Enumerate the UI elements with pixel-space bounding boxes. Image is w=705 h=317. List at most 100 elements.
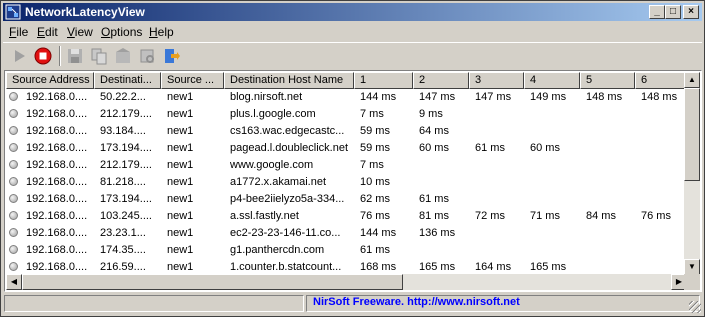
ping-3-cell: 147 ms xyxy=(475,91,512,103)
status-icon xyxy=(9,143,18,152)
ping-1-cell: 59 ms xyxy=(360,142,390,154)
vertical-scroll-thumb[interactable] xyxy=(684,88,700,181)
ping-6-cell xyxy=(641,106,688,123)
menu-view[interactable]: View xyxy=(67,25,93,39)
ping-1-cell: 144 ms xyxy=(360,227,397,239)
table-row[interactable]: 192.168.0.... 173.194.... new1 p4-bee2iiely… xyxy=(6,191,688,208)
table-row[interactable]: 192.168.0.... 23.23.1... new1 ec2-23-23-146… xyxy=(6,225,688,242)
html-report-icon xyxy=(116,48,130,63)
vertical-scrollbar[interactable]: ▲ ▼ xyxy=(684,72,700,275)
column-header-destination-address[interactable]: Destinati... xyxy=(94,72,161,89)
exit-icon xyxy=(165,49,180,63)
ping-4-cell xyxy=(530,191,579,208)
column-header-1[interactable]: 1 xyxy=(354,72,413,89)
horizontal-scroll-thumb[interactable] xyxy=(22,274,403,290)
html-report-button[interactable] xyxy=(113,46,133,66)
menu-help[interactable]: Help xyxy=(149,25,174,39)
source-address-cell: 192.168.0.... xyxy=(26,244,88,256)
copy-button[interactable] xyxy=(89,46,109,66)
source-name-cell: new1 xyxy=(167,210,194,222)
source-address-cell: 192.168.0.... xyxy=(26,176,88,188)
table-row[interactable]: 192.168.0.... 174.35.... new1 g1.panthercdn… xyxy=(6,242,688,259)
list-rows: 192.168.0.... 50.22.2... new1 blog.nirsoft.… xyxy=(6,89,688,276)
column-header-4[interactable]: 4 xyxy=(524,72,580,89)
column-header-source-address[interactable]: Source Address xyxy=(6,72,94,89)
source-address-cell: 192.168.0.... xyxy=(26,125,88,137)
destination-host-cell: g1.panthercdn.com xyxy=(230,244,325,256)
ping-3-cell xyxy=(475,157,523,174)
menu-edit[interactable]: Edit xyxy=(37,25,58,39)
destination-address-cell: 212.179.... xyxy=(100,108,152,120)
status-bar: NirSoft Freeware. http://www.nirsoft.net xyxy=(3,294,702,314)
column-header-6[interactable]: 6 xyxy=(635,72,688,89)
menu-file[interactable]: File xyxy=(9,25,28,39)
table-row[interactable]: 192.168.0.... 93.184.... new1 cs163.wac.edg… xyxy=(6,123,688,140)
status-icon xyxy=(9,245,18,254)
menu-options[interactable]: Options xyxy=(101,25,142,39)
source-name-cell: new1 xyxy=(167,227,194,239)
table-row[interactable]: 192.168.0.... 50.22.2... new1 blog.nirsoft.… xyxy=(6,89,688,106)
ping-4-cell xyxy=(530,157,579,174)
copy-icon xyxy=(91,48,107,65)
ping-4-cell xyxy=(530,106,579,123)
ping-1-cell: 10 ms xyxy=(360,176,390,188)
stop-button[interactable] xyxy=(33,46,53,66)
table-row[interactable]: 192.168.0.... 173.194.... new1 pagead.l.dou… xyxy=(6,140,688,157)
destination-host-cell: pagead.l.doubleclick.net xyxy=(230,142,349,154)
ping-2-cell: 60 ms xyxy=(419,142,449,154)
arrow-left-icon: ◀ xyxy=(10,277,18,286)
ping-6-cell xyxy=(641,123,688,140)
source-name-cell: new1 xyxy=(167,91,194,103)
close-button[interactable]: × xyxy=(683,5,699,19)
column-header-source-name[interactable]: Source ... xyxy=(161,72,224,89)
horizontal-scrollbar[interactable]: ◀ ▶ xyxy=(6,274,687,290)
ping-5-cell xyxy=(586,106,634,123)
arrow-right-icon: ▶ xyxy=(675,277,683,286)
ping-5-cell xyxy=(586,123,634,140)
ping-4-cell: 60 ms xyxy=(530,142,560,154)
source-address-cell: 192.168.0.... xyxy=(26,210,88,222)
column-header-3[interactable]: 3 xyxy=(469,72,524,89)
table-row[interactable]: 192.168.0.... 81.218.... new1 a1772.x.akama… xyxy=(6,174,688,191)
scroll-corner xyxy=(684,274,700,290)
scroll-down-button[interactable]: ▼ xyxy=(684,259,700,275)
source-name-cell: new1 xyxy=(167,244,194,256)
source-address-cell: 192.168.0.... xyxy=(26,159,88,171)
column-header-destination-host[interactable]: Destination Host Name xyxy=(224,72,354,89)
exit-button[interactable] xyxy=(161,46,181,66)
title-bar[interactable]: NetworkLatencyView _ □ × xyxy=(3,3,702,21)
properties-button[interactable] xyxy=(137,46,157,66)
table-row[interactable]: 192.168.0.... 212.179.... new1 plus.l.googl… xyxy=(6,106,688,123)
scroll-up-button[interactable]: ▲ xyxy=(684,72,700,88)
ping-3-cell xyxy=(475,191,523,208)
table-row[interactable]: 192.168.0.... 212.179.... new1 www.google.c… xyxy=(6,157,688,174)
start-button[interactable] xyxy=(9,46,29,66)
column-header-5[interactable]: 5 xyxy=(580,72,635,89)
destination-address-cell: 212.179.... xyxy=(100,159,152,171)
ping-5-cell xyxy=(586,242,634,259)
save-button[interactable] xyxy=(65,46,85,66)
destination-host-cell: a1772.x.akamai.net xyxy=(230,176,327,188)
scroll-left-button[interactable]: ◀ xyxy=(6,274,22,290)
ping-2-cell xyxy=(419,242,468,259)
table-row[interactable]: 192.168.0.... 103.245.... new1 a.ssl.fastly… xyxy=(6,208,688,225)
source-address-cell: 192.168.0.... xyxy=(26,193,88,205)
minimize-button[interactable]: _ xyxy=(649,5,665,19)
ping-6-cell xyxy=(641,225,688,242)
latency-list[interactable]: Source Address Destinati... Source ... D… xyxy=(4,70,702,292)
close-icon: × xyxy=(688,6,694,17)
column-header-2[interactable]: 2 xyxy=(413,72,469,89)
app-window: NetworkLatencyView _ □ × File Edit View … xyxy=(0,0,705,317)
maximize-button[interactable]: □ xyxy=(665,5,681,19)
toolbar-separator xyxy=(59,46,61,66)
source-name-cell: new1 xyxy=(167,142,194,154)
ping-1-cell: 61 ms xyxy=(360,244,390,256)
ping-4-cell: 71 ms xyxy=(530,210,560,222)
status-icon xyxy=(9,92,18,101)
resize-grip-icon[interactable] xyxy=(689,301,701,313)
ping-3-cell xyxy=(475,225,523,242)
ping-1-cell: 7 ms xyxy=(360,108,384,120)
nirsoft-link[interactable]: NirSoft Freeware. http://www.nirsoft.net xyxy=(307,294,687,311)
ping-4-cell xyxy=(530,174,579,191)
ping-2-cell xyxy=(419,157,468,174)
